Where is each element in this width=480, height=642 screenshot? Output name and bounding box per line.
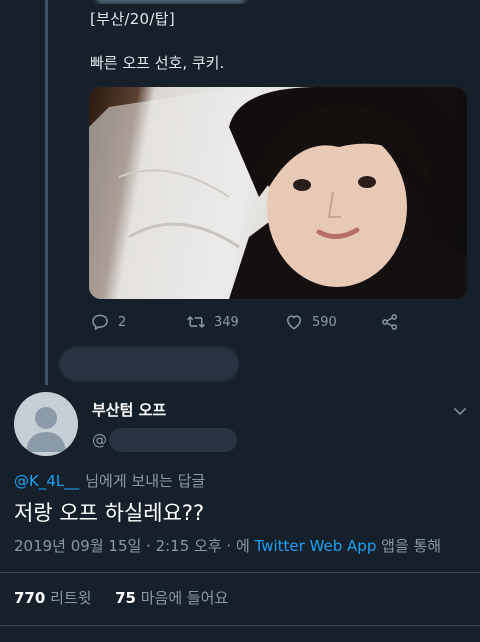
- like-button[interactable]: 590: [284, 312, 337, 332]
- reply-icon: [92, 314, 108, 330]
- reply-to-suffix: 님에게 보내는 답글: [85, 472, 206, 490]
- share-button[interactable]: [380, 312, 408, 332]
- source-app-link[interactable]: Twitter Web App: [255, 537, 377, 555]
- blurred-content-pill: [59, 347, 239, 381]
- parent-tweet-actions: 2 349 590: [90, 312, 420, 336]
- like-label[interactable]: 마음에 들어요: [141, 589, 229, 607]
- retweet-button[interactable]: 349: [186, 312, 239, 332]
- divider-bottom: [0, 625, 480, 626]
- avatar[interactable]: [14, 392, 78, 456]
- handle[interactable]: @: [92, 428, 237, 452]
- thread-connector-line: [45, 0, 48, 385]
- source-app-suffix: 앱을 통해: [381, 537, 442, 555]
- handle-blurred: [109, 428, 237, 452]
- heart-icon: [287, 315, 301, 330]
- retweet-count: 349: [214, 314, 239, 330]
- reply-count: 2: [118, 314, 127, 330]
- display-name[interactable]: 부산텀 오프: [92, 399, 166, 420]
- tweet-text: 저랑 오프 하실레요??: [14, 501, 205, 525]
- retweet-icon: [187, 316, 205, 328]
- retweet-total[interactable]: 770: [14, 589, 45, 607]
- parent-tweet-photo[interactable]: [89, 87, 467, 299]
- tweet-stats: 770 리트윗 75 마음에 들어요: [14, 587, 228, 608]
- share-icon: [382, 314, 397, 330]
- reply-button[interactable]: 2: [90, 312, 126, 332]
- parent-tweet-tag-line: [부산/20/탑]: [90, 10, 175, 28]
- handle-prefix: @: [92, 431, 107, 449]
- chevron-down-icon[interactable]: [451, 402, 469, 420]
- like-total[interactable]: 75: [115, 589, 136, 607]
- tweet-thread: [부산/20/탑] 빠른 오프 선호, 쿠키. 2 349 590 부산텀 오프…: [0, 0, 480, 642]
- parent-tweet-meta-blurred: [90, 0, 470, 4]
- replying-to: @K_4L__ 님에게 보내는 답글: [14, 470, 205, 491]
- parent-tweet-text: 빠른 오프 선호, 쿠키.: [90, 54, 225, 72]
- like-count: 590: [312, 314, 337, 330]
- retweet-label[interactable]: 리트윗: [50, 589, 91, 607]
- tweet-timestamp: 2019년 09월 15일 · 2:15 오후 · 에 Twitter Web …: [14, 535, 441, 556]
- reply-to-mention-link[interactable]: @K_4L__: [14, 472, 79, 490]
- timestamp-text[interactable]: 2019년 09월 15일 · 2:15 오후 · 에: [14, 537, 250, 555]
- divider: [0, 572, 480, 573]
